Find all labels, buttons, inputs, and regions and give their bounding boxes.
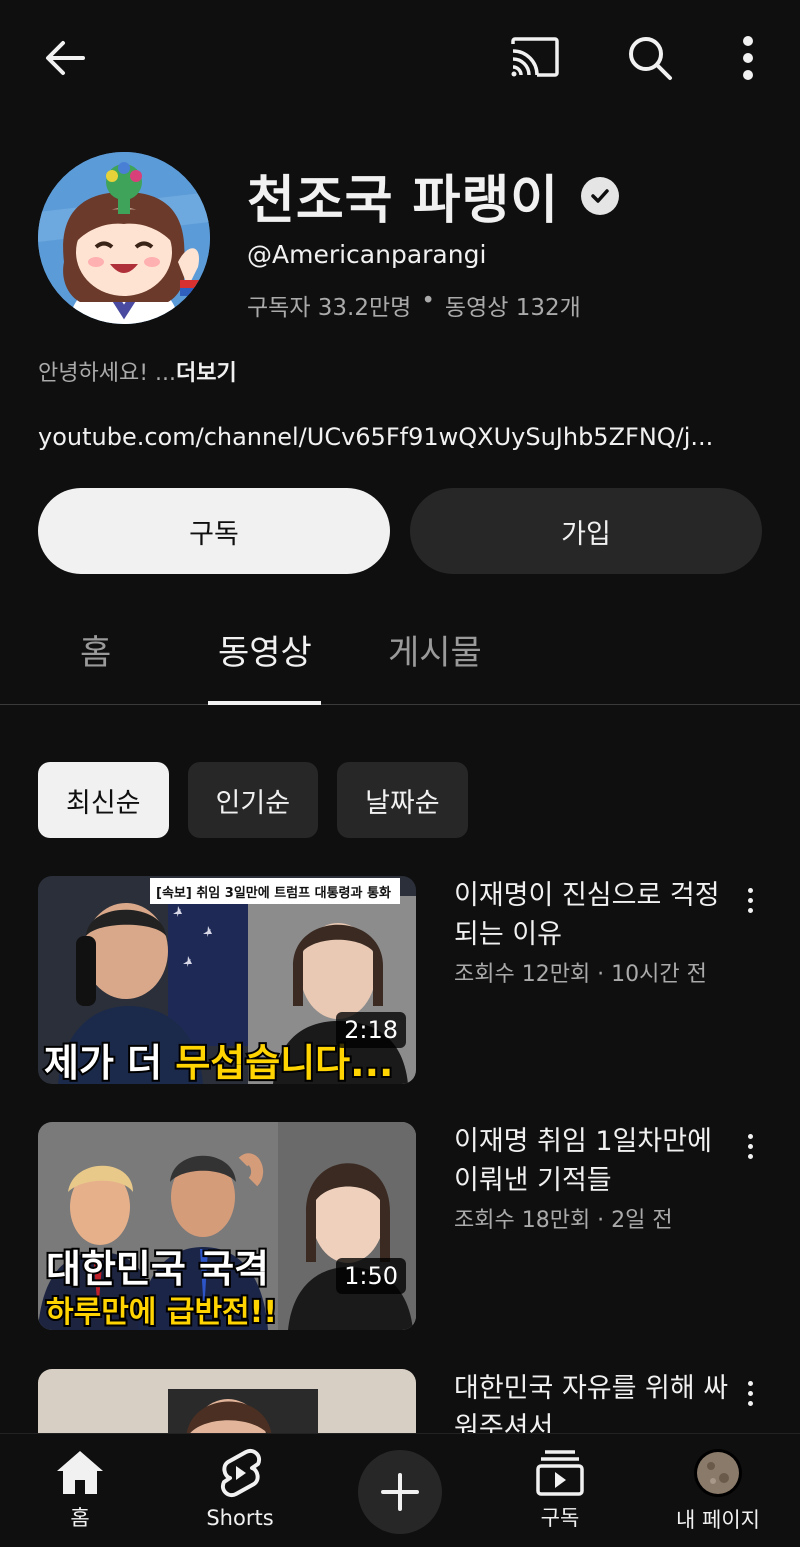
tab-posts[interactable]: 게시물 <box>388 625 482 674</box>
search-button[interactable] <box>615 28 685 88</box>
arrow-left-icon <box>46 41 85 75</box>
top-app-bar <box>0 0 800 115</box>
tab-home[interactable]: 홈 <box>80 625 111 674</box>
create-button[interactable] <box>358 1450 442 1534</box>
channel-link[interactable]: youtube.com/channel/UCv65Ff91wQXUySuJhb5… <box>38 423 768 451</box>
avatar-illustration <box>38 152 210 324</box>
join-button[interactable]: 가입 <box>410 488 762 574</box>
video-item[interactable]: 대한민국 자유를 위해 싸워주셔서 <box>38 1369 762 1433</box>
stats-separator: • <box>421 288 435 314</box>
channel-name-row: 천조국 파랭이 <box>247 158 620 233</box>
thumbnail-image: 대한민국 국격 하루만에 급반전!! <box>38 1122 416 1330</box>
profile-avatar-icon <box>694 1449 742 1497</box>
nav-shorts-label: Shorts <box>206 1506 274 1530</box>
back-button[interactable] <box>30 28 100 88</box>
thumbnail-tag-text: [속보] 취임 3일만에 트럼프 대통령과 통화 <box>156 885 391 901</box>
search-icon <box>629 37 672 80</box>
video-info: 이재명 취임 1일차만에 이뤄낸 기적들 조회수 18만회 · 2일 전 <box>454 1122 734 1234</box>
video-info: 이재명이 진심으로 걱정되는 이유 조회수 12만회 · 10시간 전 <box>454 876 734 988</box>
video-info: 대한민국 자유를 위해 싸워주셔서 <box>454 1369 734 1433</box>
video-meta: 조회수 18만회 · 2일 전 <box>454 1208 673 1233</box>
active-tab-indicator <box>208 701 321 705</box>
channel-header: 천조국 파랭이 @Americanparangi 구독자 33.2만명 • 동영… <box>0 140 800 340</box>
video-more-button[interactable] <box>738 1126 762 1166</box>
verified-badge-icon <box>581 176 620 215</box>
chip-oldest[interactable]: 날짜순 <box>337 762 468 838</box>
video-item[interactable]: [속보] 취임 3일만에 트럼프 대통령과 통화 제가 더 무섭습니다... 2… <box>38 876 762 1084</box>
chip-latest[interactable]: 최신순 <box>38 762 169 838</box>
nav-home[interactable]: 홈 <box>25 1448 135 1538</box>
nav-you[interactable]: 내 페이지 <box>663 1448 773 1538</box>
channel-actions: 구독 가입 <box>38 488 762 574</box>
chip-popular[interactable]: 인기순 <box>187 762 319 838</box>
thumbnail-image <box>38 1369 416 1433</box>
nav-you-label: 내 페이지 <box>676 1508 760 1532</box>
description-more-link[interactable]: 더보기 <box>176 361 237 386</box>
channel-description[interactable]: 안녕하세요! ...더보기 <box>38 355 237 387</box>
channel-stats: 구독자 33.2만명 • 동영상 132개 <box>247 288 581 322</box>
video-meta: 조회수 12만회 · 10시간 전 <box>454 962 707 987</box>
tab-videos[interactable]: 동영상 <box>218 625 312 674</box>
more-options-button[interactable] <box>720 28 776 88</box>
thumbnail-image: [속보] 취임 3일만에 트럼프 대통령과 통화 제가 더 무섭습니다... <box>38 876 416 1084</box>
cast-icon <box>511 37 559 77</box>
nav-subscriptions[interactable]: 구독 <box>505 1448 615 1538</box>
video-count: 동영상 132개 <box>444 295 581 321</box>
thumbnail-caption-line1: 대한민국 국격 <box>46 1247 269 1291</box>
video-more-button[interactable] <box>738 880 762 920</box>
video-title[interactable]: 이재명 취임 1일차만에 이뤄낸 기적들 <box>454 1122 734 1200</box>
subscriber-count: 구독자 33.2만명 <box>247 295 412 321</box>
video-title[interactable]: 대한민국 자유를 위해 싸워주셔서 <box>454 1369 734 1433</box>
thumbnail-caption-line2: 하루만에 급반전!! <box>46 1295 277 1330</box>
bottom-navigation: 홈 Shorts 구독 내 페이지 <box>0 1433 800 1547</box>
video-duration: 2:18 <box>336 1012 406 1048</box>
subscribe-button[interactable]: 구독 <box>38 488 390 574</box>
channel-name: 천조국 파랭이 <box>247 171 560 231</box>
nav-home-label: 홈 <box>70 1506 90 1530</box>
description-text: 안녕하세요! ... <box>38 361 176 386</box>
subscriptions-icon <box>536 1450 584 1496</box>
cast-button[interactable] <box>500 28 570 88</box>
plus-icon <box>381 1473 419 1511</box>
more-vertical-icon <box>743 36 753 80</box>
nav-subscriptions-label: 구독 <box>540 1506 580 1530</box>
video-duration: 1:50 <box>336 1258 406 1294</box>
video-item[interactable]: 대한민국 국격 하루만에 급반전!! 1:50 이재명 취임 1일차만에 이뤄낸… <box>38 1122 762 1330</box>
video-thumbnail[interactable]: [속보] 취임 3일만에 트럼프 대통령과 통화 제가 더 무섭습니다... 2… <box>38 876 416 1084</box>
channel-avatar[interactable] <box>38 152 210 324</box>
home-icon <box>57 1451 103 1494</box>
shorts-icon <box>221 1449 261 1497</box>
video-thumbnail[interactable]: 대한민국 국격 하루만에 급반전!! 1:50 <box>38 1122 416 1330</box>
nav-shorts[interactable]: Shorts <box>185 1448 295 1538</box>
video-more-button[interactable] <box>738 1373 762 1413</box>
sort-chips: 최신순 인기순 날짜순 <box>38 762 468 838</box>
thumbnail-caption-white: 제가 더 <box>44 1041 175 1084</box>
channel-tabs: 홈 동영상 게시물 <box>0 605 800 705</box>
channel-handle: @Americanparangi <box>247 240 487 269</box>
video-thumbnail[interactable] <box>38 1369 416 1433</box>
video-title[interactable]: 이재명이 진심으로 걱정되는 이유 <box>454 876 734 954</box>
